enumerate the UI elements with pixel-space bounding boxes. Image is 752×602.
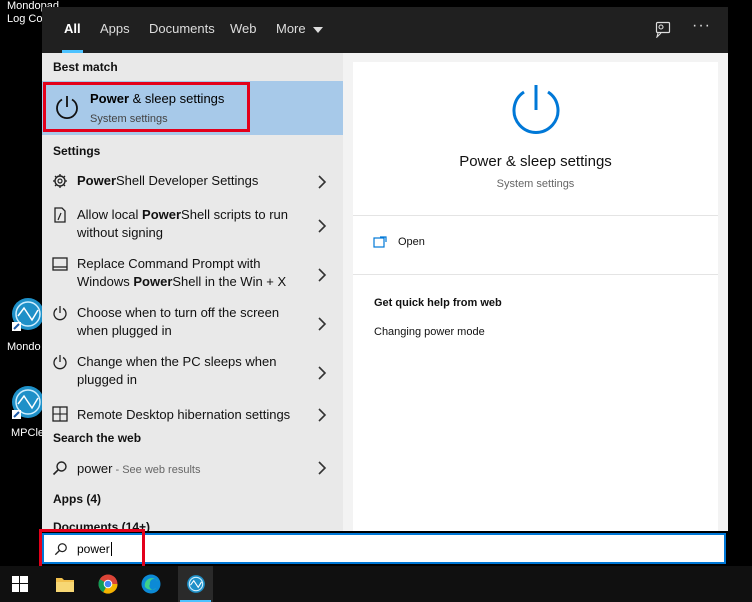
desktop-icon-label-2: MPCle <box>11 427 45 439</box>
label-match: Power <box>133 274 173 289</box>
settings-item[interactable]: Remote Desktop hibernation settings <box>42 399 343 429</box>
search-icon <box>52 461 67 476</box>
help-link[interactable]: Changing power mode <box>374 326 485 338</box>
open-action[interactable]: Open <box>373 234 573 256</box>
label-part: Shell Developer Settings <box>116 173 259 188</box>
taskbar-active-app[interactable] <box>178 566 213 602</box>
web-search-label: power - See web results <box>77 460 313 479</box>
divider <box>353 274 718 275</box>
taskbar-settings-icon <box>52 257 68 271</box>
detail-title: Power & sleep settings <box>459 153 612 170</box>
label-match: Power <box>142 207 182 222</box>
remote-desktop-icon <box>52 406 68 422</box>
settings-item-label: PowerShell Developer Settings <box>77 172 313 190</box>
highlight-box-best-match <box>43 82 250 132</box>
desktop-label-logcol: Log Col <box>7 13 45 25</box>
detail-pane: Power & sleep settings System settings O… <box>353 62 718 531</box>
settings-gear-icon <box>53 174 67 188</box>
more-options-icon[interactable]: ··· <box>692 17 711 35</box>
chevron-down-icon <box>313 26 324 33</box>
settings-item-label: Choose when to turn off the screen when … <box>77 305 280 338</box>
settings-item-label: Change when the PC sleeps when plugged i… <box>77 354 277 387</box>
windows-start-icon[interactable] <box>12 576 28 592</box>
open-icon <box>373 236 387 248</box>
tab-more-label: More <box>276 21 306 36</box>
taskbar <box>0 566 752 602</box>
settings-item[interactable]: Allow local PowerShell scripts to run wi… <box>42 203 343 247</box>
chevron-right-icon <box>318 317 327 331</box>
highlight-box-search <box>39 529 145 571</box>
power-icon <box>53 306 67 321</box>
open-label: Open <box>398 236 425 248</box>
divider <box>353 215 718 216</box>
label-part: Shell in the Win + X <box>172 274 287 289</box>
web-search-suffix: - See web results <box>112 464 201 476</box>
feedback-icon[interactable] <box>655 21 672 38</box>
settings-item-label: Allow local PowerShell scripts to run wi… <box>77 206 313 242</box>
web-search-query: power <box>77 461 113 476</box>
chevron-right-icon <box>318 268 327 282</box>
tab-apps[interactable]: Apps <box>100 7 130 53</box>
settings-item[interactable]: Choose when to turn off the screen when … <box>42 301 343 345</box>
settings-item-label: Remote Desktop hibernation settings <box>77 407 291 422</box>
help-header: Get quick help from web <box>374 297 502 309</box>
tab-web[interactable]: Web <box>230 7 257 53</box>
settings-item-label: Replace Command Prompt with Windows Powe… <box>77 255 313 291</box>
settings-item[interactable]: Replace Command Prompt with Windows Powe… <box>42 252 343 296</box>
power-icon <box>53 355 67 370</box>
web-search-item[interactable]: power - See web results <box>42 456 343 480</box>
chrome-icon[interactable] <box>98 574 118 594</box>
chevron-right-icon <box>318 408 327 422</box>
settings-header: Settings <box>53 144 101 158</box>
apps-header[interactable]: Apps (4) <box>53 492 101 506</box>
detail-subtitle: System settings <box>496 178 575 190</box>
tab-more[interactable]: More <box>276 7 324 53</box>
search-tabs-bar: All Apps Documents Web More ··· <box>42 7 728 53</box>
chevron-right-icon <box>318 219 327 233</box>
settings-item[interactable]: Change when the PC sleeps when plugged i… <box>42 350 343 394</box>
chevron-right-icon <box>318 366 327 380</box>
edge-icon[interactable] <box>141 574 161 594</box>
label-part: Allow local <box>77 207 143 222</box>
label-match: Power <box>77 173 117 188</box>
tab-documents[interactable]: Documents <box>149 7 215 53</box>
chevron-right-icon <box>318 461 327 475</box>
document-icon <box>54 207 66 223</box>
desktop-icon-label-1: Mondo <box>7 341 41 353</box>
search-web-header: Search the web <box>53 431 142 445</box>
power-icon-large <box>512 85 560 134</box>
mondopad-app-icon <box>187 575 205 593</box>
desktop-app-icon-mpcleaner[interactable] <box>10 384 46 420</box>
desktop-app-icon-mondopad[interactable] <box>10 296 46 332</box>
chevron-right-icon <box>318 175 327 189</box>
settings-item[interactable]: PowerShell Developer Settings <box>42 166 343 196</box>
file-explorer-icon[interactable] <box>55 575 75 593</box>
tab-all[interactable]: All <box>62 7 83 53</box>
best-match-header: Best match <box>53 60 118 74</box>
